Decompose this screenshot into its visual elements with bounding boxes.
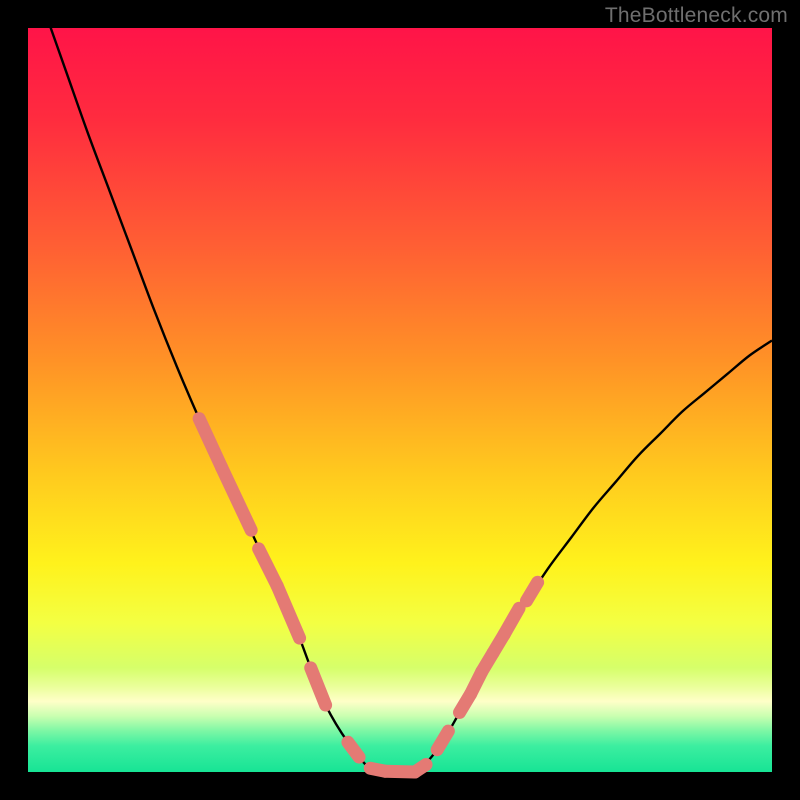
highlight-segment — [415, 765, 426, 772]
bottleneck-chart — [0, 0, 800, 800]
plot-area — [28, 28, 772, 772]
highlight-segment — [348, 742, 359, 757]
site-credit: TheBottleneck.com — [605, 4, 788, 28]
